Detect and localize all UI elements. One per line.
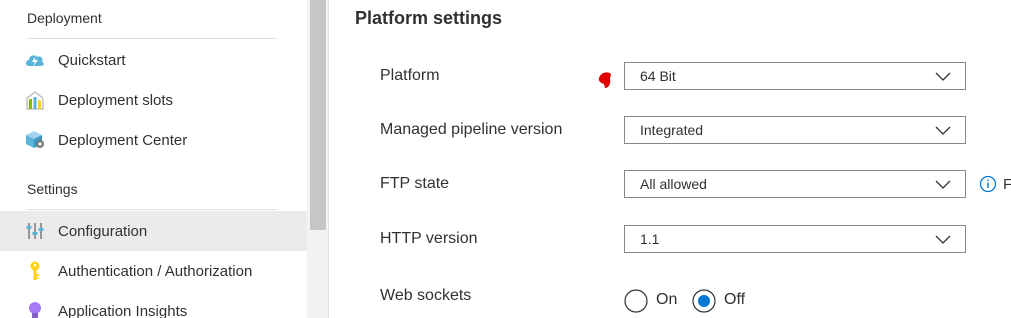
annotation-mark-icon xyxy=(598,72,611,88)
info-text-truncated: F xyxy=(1003,176,1011,193)
sidebar-item-application-insights[interactable]: Application Insights xyxy=(0,291,307,318)
platform-dropdown[interactable]: 64 Bit xyxy=(624,62,966,90)
lightbulb-icon xyxy=(24,300,46,318)
dropdown-value: Integrated xyxy=(640,122,704,138)
sidebar-item-label: Application Insights xyxy=(58,302,188,318)
sidebar-item-deployment-slots[interactable]: Deployment slots xyxy=(0,80,307,120)
sidebar: Deployment Quickstart Deployment slots D… xyxy=(0,0,307,318)
divider xyxy=(27,209,277,210)
radio-label-on: On xyxy=(656,291,678,308)
http-version-dropdown[interactable]: 1.1 xyxy=(624,225,966,253)
sidebar-item-label: Deployment Center xyxy=(58,131,188,149)
sidebar-item-authentication[interactable]: Authentication / Authorization xyxy=(0,251,307,291)
managed-pipeline-dropdown[interactable]: Integrated xyxy=(624,116,966,144)
http-version-label: HTTP version xyxy=(380,230,478,247)
dropdown-value: 64 Bit xyxy=(640,68,676,84)
sidebar-item-deployment-center[interactable]: Deployment Center xyxy=(0,120,307,160)
app-window: Deployment Quickstart Deployment slots D… xyxy=(0,0,1011,318)
managed-pipeline-label: Managed pipeline version xyxy=(380,121,563,138)
ftp-state-label: FTP state xyxy=(380,175,450,192)
chevron-down-icon xyxy=(935,180,951,189)
configuration-sliders-icon xyxy=(24,220,46,242)
chevron-down-icon xyxy=(935,126,951,135)
platform-label: Platform xyxy=(380,67,440,84)
section-header-settings: Settings xyxy=(27,181,78,197)
page-title: Platform settings xyxy=(355,8,503,28)
info-icon[interactable] xyxy=(979,175,997,193)
sidebar-item-quickstart[interactable]: Quickstart xyxy=(0,40,307,80)
key-icon xyxy=(24,260,46,282)
sidebar-item-configuration[interactable]: Configuration xyxy=(0,211,307,251)
web-sockets-off-radio[interactable] xyxy=(692,289,716,313)
divider xyxy=(27,38,277,39)
dropdown-value: All allowed xyxy=(640,176,707,192)
ftp-state-dropdown[interactable]: All allowed xyxy=(624,170,966,198)
chevron-down-icon xyxy=(935,72,951,81)
dropdown-value: 1.1 xyxy=(640,231,660,247)
deployment-slots-icon xyxy=(24,89,46,111)
sidebar-item-label: Authentication / Authorization xyxy=(58,262,253,280)
sidebar-item-label: Quickstart xyxy=(58,51,126,69)
section-header-deployment: Deployment xyxy=(27,10,102,26)
sidebar-item-label: Deployment slots xyxy=(58,91,174,109)
scrollbar-thumb[interactable] xyxy=(310,0,326,230)
chevron-down-icon xyxy=(935,235,951,244)
sidebar-item-label: Configuration xyxy=(58,222,148,240)
cloud-lightning-icon xyxy=(24,49,46,71)
web-sockets-on-radio[interactable] xyxy=(624,289,648,313)
web-sockets-label: Web sockets xyxy=(380,287,472,304)
radio-label-off: Off xyxy=(724,291,746,308)
deployment-center-icon xyxy=(24,129,46,151)
